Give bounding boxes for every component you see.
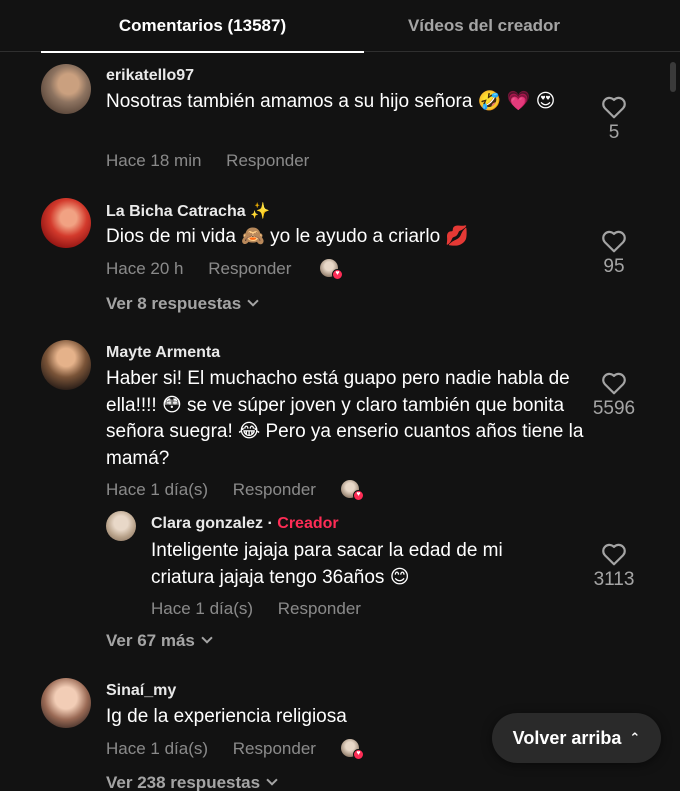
comment-meta: Hace 18 min Responder	[106, 151, 329, 171]
reply-meta: Hace 1 día(s) Responder	[151, 599, 381, 619]
comment-time: Hace 1 día(s)	[106, 739, 209, 758]
reply-username[interactable]: Clara gonzalez · Creador	[151, 515, 339, 533]
comment-username[interactable]: erikatello97	[106, 67, 194, 85]
back-to-top-label: Volver arriba	[512, 728, 622, 748]
comment-username[interactable]: La Bicha Catracha ✨	[106, 201, 270, 221]
reply-time: Hace 1 día(s)	[151, 599, 254, 618]
reply-button[interactable]: Responder	[226, 151, 309, 170]
back-to-top-button[interactable]: Volver arriba ⌃	[492, 713, 661, 763]
like-button[interactable]: 95	[579, 229, 649, 278]
comment-username[interactable]: Sinaí_my	[106, 682, 176, 700]
like-button[interactable]: 5	[579, 95, 649, 144]
heart-outline-icon	[602, 543, 626, 566]
reply-avatar[interactable]	[106, 511, 136, 541]
comment-meta: Hace 1 día(s) Responder	[106, 480, 336, 500]
avatar[interactable]	[41, 340, 91, 390]
creator-liked-heart-icon: ♥	[332, 269, 343, 280]
comment-time: Hace 20 h	[106, 259, 184, 278]
comment-meta: Hace 20 h Responder	[106, 259, 311, 279]
creator-badge: Creador	[277, 515, 339, 532]
chevron-down-icon	[247, 295, 259, 307]
reply-button[interactable]: Responder	[233, 739, 316, 758]
heart-outline-icon	[602, 96, 626, 119]
comment-text: Dios de mi vida 🙈 yo le ayudo a criarlo …	[106, 226, 470, 247]
avatar[interactable]	[41, 678, 91, 728]
like-count: 95	[603, 256, 625, 277]
view-more-button[interactable]: Ver 67 más	[106, 631, 213, 651]
comment-text: Nosotras también amamos a su hijo señora…	[106, 91, 556, 112]
view-replies-button[interactable]: Ver 8 respuestas	[106, 294, 259, 314]
tab-comments[interactable]: Comentarios (13587)	[41, 0, 364, 53]
tab-creator-videos[interactable]: Vídeos del creador	[364, 0, 604, 52]
view-replies-label: Ver 8 respuestas	[106, 294, 242, 313]
chevron-down-icon	[266, 774, 278, 786]
view-replies-label: Ver 238 respuestas	[106, 773, 261, 791]
double-chevron-up-icon: ⌃	[629, 730, 641, 745]
comment-time: Hace 18 min	[106, 151, 202, 170]
reply-button[interactable]: Responder	[278, 599, 361, 618]
comment-username[interactable]: Mayte Armenta	[106, 344, 220, 362]
reply-like-button[interactable]: 3113	[579, 542, 649, 591]
like-count: 5596	[592, 398, 636, 419]
view-replies-button[interactable]: Ver 238 respuestas	[106, 773, 278, 791]
scrollbar[interactable]	[666, 52, 680, 791]
like-count: 5	[608, 122, 620, 143]
heart-outline-icon	[602, 372, 626, 395]
separator: ·	[267, 515, 273, 532]
like-button[interactable]: 5596	[579, 371, 649, 420]
reply-username-text: Clara gonzalez	[151, 515, 264, 532]
comment-tabs: Comentarios (13587) Vídeos del creador	[0, 0, 680, 53]
like-count: 3113	[593, 569, 635, 590]
reply-button[interactable]: Responder	[233, 480, 316, 499]
chevron-down-icon	[201, 632, 213, 644]
creator-liked-heart-icon: ♥	[353, 749, 364, 760]
creator-liked-heart-icon: ♥	[353, 490, 364, 501]
comment-time: Hace 1 día(s)	[106, 480, 209, 499]
comment-text: Ig de la experiencia religiosa	[106, 706, 347, 727]
heart-outline-icon	[602, 230, 626, 253]
scrollbar-thumb[interactable]	[670, 62, 676, 92]
comment-text: Haber si! El muchacho está guapo pero na…	[106, 368, 584, 469]
comment-meta: Hace 1 día(s) Responder	[106, 739, 336, 759]
reply-text: Inteligente jajaja para sacar la edad de…	[151, 540, 503, 588]
view-more-label: Ver 67 más	[106, 631, 195, 650]
reply-button[interactable]: Responder	[208, 259, 291, 278]
avatar[interactable]	[41, 64, 91, 114]
avatar[interactable]	[41, 198, 91, 248]
